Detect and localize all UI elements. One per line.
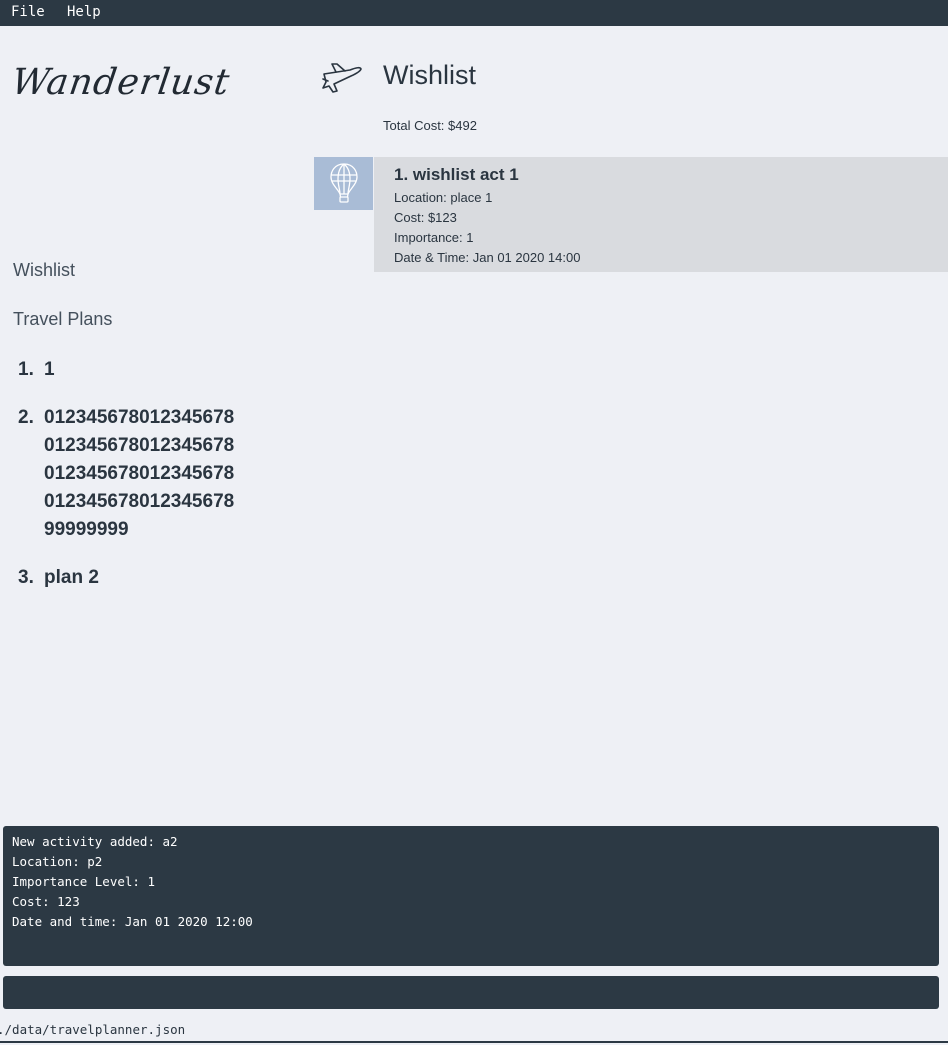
plan-list-item[interactable]: 1. 1 (18, 356, 308, 384)
activity-icon-box (314, 157, 373, 210)
save-location: ./data/travelplanner.json (0, 1022, 186, 1037)
activity-title: 1. wishlist act 1 (394, 165, 519, 184)
result-line: Location: p2 (12, 854, 103, 869)
airplane-icon (322, 63, 362, 93)
menu-file[interactable]: File (11, 4, 45, 20)
activity-datetime: Date & Time: Jan 01 2020 14:00 (394, 250, 581, 265)
result-line: New activity added: a2 (12, 834, 178, 849)
travel-plan-list: 1. 1 2. 01234567801234567801234567801234… (18, 356, 308, 612)
sidebar-wishlist-link[interactable]: Wishlist (13, 260, 75, 281)
command-input[interactable] (3, 976, 939, 1009)
hot-air-balloon-icon (330, 163, 358, 203)
plan-list-item[interactable]: 3. plan 2 (18, 564, 308, 592)
plan-name: 1 (44, 359, 55, 380)
plan-name: plan 2 (44, 567, 99, 588)
app-logo: Wanderlust (9, 62, 233, 103)
plan-name: 0123456780123456780123456780123456780123… (44, 407, 235, 540)
activity-importance: Importance: 1 (394, 230, 474, 245)
plan-index: 1. (18, 359, 34, 380)
plan-list-item[interactable]: 2. 0123456780123456780123456780123456780… (18, 404, 308, 544)
total-cost: Total Cost: $492 (383, 118, 477, 133)
result-line: Importance Level: 1 (12, 874, 155, 889)
result-line: Date and time: Jan 01 2020 12:00 (12, 914, 253, 929)
sidebar-travel-plans-link[interactable]: Travel Plans (13, 309, 112, 330)
status-bar: ./data/travelplanner.json (0, 1018, 948, 1043)
plan-index: 2. (18, 407, 34, 428)
result-line: Cost: 123 (12, 894, 80, 909)
activity-card[interactable]: 1. wishlist act 1 Location: place 1 Cost… (374, 157, 948, 272)
menu-help[interactable]: Help (67, 4, 101, 20)
activity-cost: Cost: $123 (394, 210, 457, 225)
menu-bar: File Help (0, 0, 948, 26)
plan-index: 3. (18, 567, 34, 588)
result-display[interactable]: New activity added: a2 Location: p2 Impo… (3, 826, 939, 966)
activity-location: Location: place 1 (394, 190, 493, 205)
page-title: Wishlist (383, 60, 476, 90)
